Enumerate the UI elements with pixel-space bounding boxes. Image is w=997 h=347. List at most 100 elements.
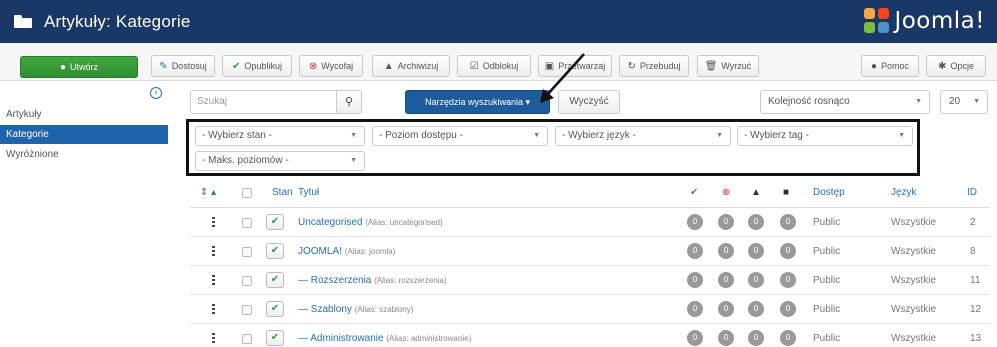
category-title: JOOMLA! (Alias: joomla)	[298, 237, 395, 266]
published-count[interactable]: 0	[687, 330, 703, 346]
folder-icon	[14, 15, 32, 28]
category-title-link[interactable]: — Szablony	[298, 304, 352, 315]
access-filter[interactable]: - Poziom dostępu - ▼	[372, 126, 548, 146]
search-tools-button[interactable]: Narzędzia wyszukiwania ▾	[405, 90, 550, 114]
trashed-count[interactable]: 0	[780, 301, 796, 317]
row-checkbox[interactable]	[242, 218, 252, 228]
chevron-down-icon: ▼	[350, 132, 357, 139]
publish-button[interactable]: ✔ Opublikuj	[222, 55, 292, 77]
published-count[interactable]: 0	[687, 243, 703, 259]
checkin-button[interactable]: ☑ Odblokuj	[457, 55, 531, 77]
tag-filter[interactable]: - Wybierz tag - ▼	[737, 126, 913, 146]
archived-count-icon[interactable]: ▲	[751, 178, 761, 208]
drag-handle-icon[interactable]	[212, 217, 215, 228]
edit-button[interactable]: ✎ Dostosuj	[151, 55, 215, 77]
unpublished-count[interactable]: 0	[718, 243, 734, 259]
row-id: 12	[970, 304, 982, 315]
limit-select[interactable]: 20 ▼	[940, 90, 988, 114]
check-icon: ✔	[232, 60, 241, 72]
max-levels-filter[interactable]: - Maks. poziomów - ▼	[195, 151, 365, 171]
unpublished-count[interactable]: 0	[718, 272, 734, 288]
drag-handle-icon[interactable]	[212, 333, 215, 344]
published-count[interactable]: 0	[687, 272, 703, 288]
drag-handle-icon[interactable]	[212, 275, 215, 286]
category-alias: (Alias: rozszerzenia)	[374, 276, 447, 285]
header-id[interactable]: ID	[967, 178, 977, 208]
unpublish-button[interactable]: ⊗ Wycofaj	[299, 55, 363, 77]
unpublished-count[interactable]: 0	[718, 301, 734, 317]
archived-count[interactable]: 0	[748, 330, 764, 346]
publish-toggle[interactable]: ✔	[266, 301, 284, 317]
header-status[interactable]: Stan	[272, 178, 293, 208]
trashed-count[interactable]: 0	[780, 330, 796, 346]
row-id: 13	[970, 333, 982, 344]
new-button[interactable]: ● Utwórz	[20, 56, 138, 78]
chevron-down-icon: ▼	[533, 132, 540, 139]
header-access[interactable]: Dostęp	[813, 178, 845, 208]
unpublished-count[interactable]: 0	[718, 330, 734, 346]
published-count[interactable]: 0	[687, 301, 703, 317]
category-title-link[interactable]: JOOMLA!	[298, 246, 342, 257]
language-filter[interactable]: - Wybierz język - ▼	[555, 126, 731, 146]
state-filter[interactable]: - Wybierz stan - ▼	[195, 126, 365, 146]
publish-toggle[interactable]: ✔	[266, 243, 284, 259]
publish-toggle[interactable]: ✔	[266, 214, 284, 230]
select-all-checkbox[interactable]	[242, 188, 252, 198]
access-level: Public	[813, 275, 841, 286]
sidebar-item-articles[interactable]: Artykuły	[0, 105, 168, 124]
row-checkbox[interactable]	[242, 247, 252, 257]
published-count[interactable]: 0	[687, 214, 703, 230]
sidebar-item-categories[interactable]: Kategorie	[0, 125, 168, 144]
unpublish-icon: ⊗	[308, 60, 318, 72]
archived-count[interactable]: 0	[748, 243, 764, 259]
access-level: Public	[813, 217, 841, 228]
search-icon: ⚲	[344, 96, 354, 108]
category-title-link[interactable]: — Administrowanie	[298, 333, 384, 344]
archived-count[interactable]: 0	[748, 214, 764, 230]
row-checkbox[interactable]	[242, 305, 252, 315]
search-input[interactable]: Szukaj	[190, 90, 336, 114]
header-title[interactable]: Tytuł	[298, 178, 319, 208]
category-title-link[interactable]: Uncategorised	[298, 217, 362, 228]
unpublished-count-icon[interactable]: ⊗	[722, 178, 730, 208]
category-alias: (Alias: szablony)	[354, 305, 414, 314]
category-title: — Rozszerzenia (Alias: rozszerzenia)	[298, 266, 447, 295]
table-header: ⇕ ▴ Stan Tytuł ✔ ⊗ ▲ ■ Dostęp Język ID	[190, 178, 990, 208]
category-title-link[interactable]: — Rozszerzenia	[298, 275, 371, 286]
unpublished-count[interactable]: 0	[718, 214, 734, 230]
trashed-count[interactable]: 0	[780, 272, 796, 288]
category-alias: (Alias: uncategorised)	[365, 218, 443, 227]
sort-order-icon[interactable]: ⇕ ▴	[200, 178, 216, 208]
clear-button[interactable]: Wyczyść	[558, 90, 620, 114]
batch-button[interactable]: ▣ Przetwarzaj	[538, 55, 612, 77]
check-icon: ✔	[270, 274, 280, 285]
edit-icon: ✎	[159, 60, 168, 72]
language-value: Wszystkie	[891, 275, 936, 286]
search-button[interactable]: ⚲	[336, 90, 362, 114]
archived-count[interactable]: 0	[748, 272, 764, 288]
joomla-logo[interactable]: Joomla!	[864, 8, 985, 34]
checkin-icon: ☑	[469, 60, 479, 72]
help-button[interactable]: ● Pomoc	[861, 55, 919, 77]
publish-toggle[interactable]: ✔	[266, 330, 284, 346]
order-select[interactable]: Kolejność rosnąco ▼	[760, 90, 930, 114]
drag-handle-icon[interactable]	[212, 246, 215, 257]
trashed-count[interactable]: 0	[780, 243, 796, 259]
published-count-icon[interactable]: ✔	[690, 178, 698, 208]
header-language[interactable]: Język	[891, 178, 917, 208]
trashed-count-icon[interactable]: ■	[783, 178, 789, 208]
trash-button[interactable]: 🗑 Wyrzuć	[697, 55, 759, 77]
sidebar-toggle-icon[interactable]: ‹	[150, 87, 162, 99]
trashed-count[interactable]: 0	[780, 214, 796, 230]
drag-handle-icon[interactable]	[212, 304, 215, 315]
row-checkbox[interactable]	[242, 334, 252, 344]
archive-button[interactable]: ▲ Archiwizuj	[372, 55, 450, 77]
row-id: 11	[970, 275, 981, 286]
row-checkbox[interactable]	[242, 276, 252, 286]
sidebar-item-featured[interactable]: Wyróżnione	[0, 145, 168, 164]
archived-count[interactable]: 0	[748, 301, 764, 317]
publish-toggle[interactable]: ✔	[266, 272, 284, 288]
brand-name: Joomla!	[894, 8, 985, 34]
options-button[interactable]: ✱ Opcje	[926, 55, 986, 77]
rebuild-button[interactable]: ↻ Przebuduj	[619, 55, 689, 77]
